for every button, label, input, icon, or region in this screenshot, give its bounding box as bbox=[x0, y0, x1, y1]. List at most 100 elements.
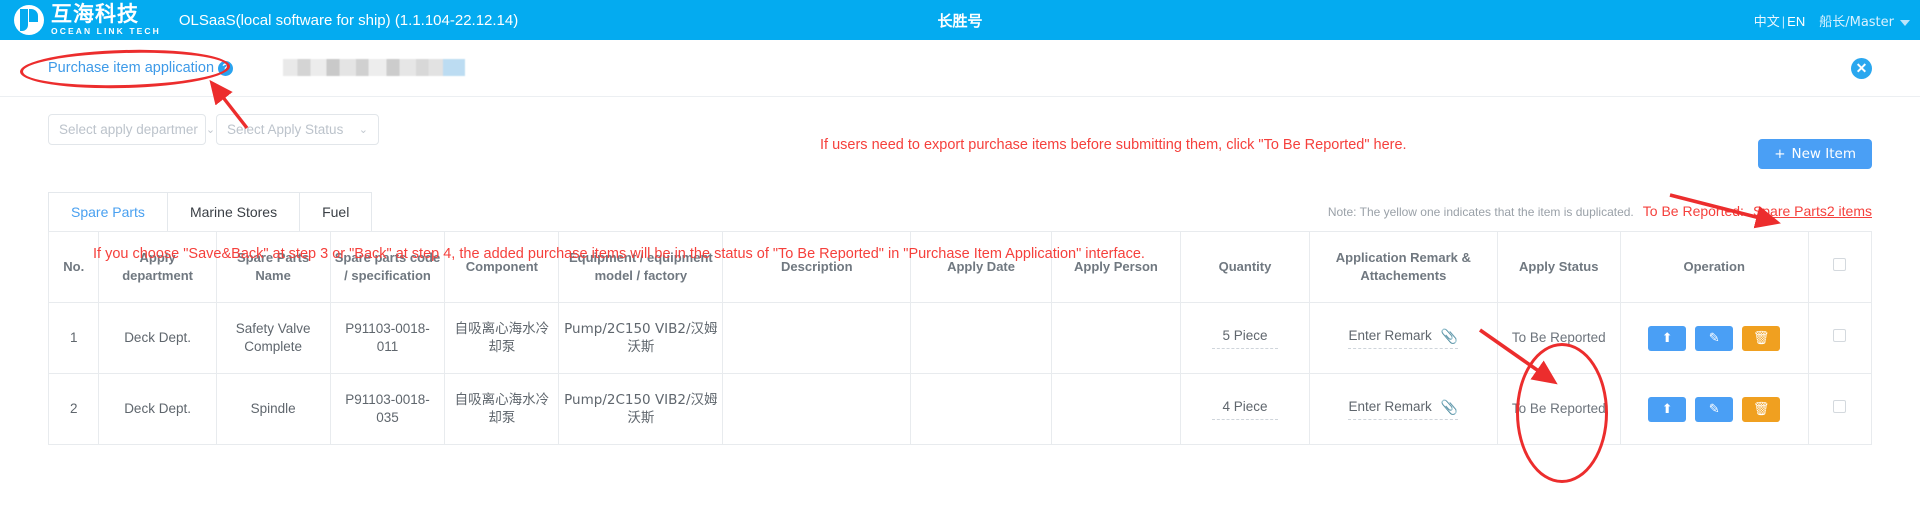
duplicate-note: Note: The yellow one indicates that the … bbox=[1328, 203, 1872, 219]
annotation-ellipse-apply-status bbox=[1516, 343, 1608, 483]
cell-remark[interactable]: Enter Remark 📎 bbox=[1308, 302, 1498, 374]
cell-spare-parts-name: Safety Valve Complete bbox=[215, 302, 331, 374]
cell-component: 自吸离心海水冷却泵 bbox=[444, 302, 560, 374]
tab-list: Spare Parts Marine Stores Fuel bbox=[48, 192, 373, 231]
tab-fuel-label: Fuel bbox=[322, 204, 350, 220]
tab-spare-parts[interactable]: Spare Parts bbox=[48, 192, 168, 231]
user-menu[interactable]: 船长/Master bbox=[1819, 11, 1910, 30]
col-component: Component bbox=[444, 231, 560, 303]
row-operations: ⬆ ✎ 🗑 bbox=[1625, 396, 1804, 422]
cell-operation: ⬆ ✎ 🗑 bbox=[1619, 302, 1809, 374]
col-apply-person: Apply Person bbox=[1050, 231, 1181, 303]
col-spare-parts-name: Spare Parts Name bbox=[215, 231, 331, 303]
to-be-reported-label: To Be Reported: bbox=[1642, 203, 1744, 219]
cell-department: Deck Dept. bbox=[98, 373, 217, 445]
select-apply-status-value: Select Apply Status bbox=[227, 122, 344, 137]
brand-name-cn: 互海科技 bbox=[51, 2, 139, 27]
remark-field: Enter Remark 📎 bbox=[1348, 327, 1459, 350]
col-apply-department: Apply department bbox=[98, 231, 217, 303]
cell-quantity[interactable]: 4 Piece bbox=[1179, 373, 1310, 445]
edit-icon-button[interactable]: ✎ bbox=[1695, 396, 1734, 422]
col-apply-date: Apply Date bbox=[910, 231, 1052, 303]
remark-inner: Enter Remark 📎 bbox=[1348, 327, 1458, 346]
remark-inner: Enter Remark 📎 bbox=[1348, 398, 1458, 417]
select-apply-department[interactable]: Select apply departmer ⌄ bbox=[48, 114, 215, 145]
col-application-remark: Application Remark & Attachements bbox=[1308, 231, 1498, 303]
lang-english[interactable]: EN bbox=[1787, 14, 1805, 29]
col-apply-status: Apply Status bbox=[1496, 231, 1621, 303]
lang-separator: | bbox=[1781, 13, 1786, 29]
language-switcher[interactable]: 中文 | EN bbox=[1754, 11, 1805, 30]
col-select-all bbox=[1807, 231, 1873, 303]
chevron-down-icon: ⌄ bbox=[358, 124, 368, 136]
remark-field: Enter Remark 📎 bbox=[1348, 398, 1459, 421]
plus-icon: + bbox=[1774, 146, 1786, 162]
quantity-value: 4 Piece bbox=[1211, 398, 1278, 421]
cell-row-select bbox=[1807, 373, 1873, 445]
delete-icon-button[interactable]: 🗑 bbox=[1742, 396, 1781, 422]
row-checkbox[interactable] bbox=[1833, 399, 1847, 413]
cell-apply-date bbox=[910, 373, 1052, 445]
cell-no: 1 bbox=[47, 302, 100, 374]
app-root: 互海科技 OCEAN LINK TECH OLSaaS(local softwa… bbox=[0, 0, 1920, 514]
new-item-label: New Item bbox=[1791, 146, 1856, 162]
row-operations: ⬆ ✎ 🗑 bbox=[1625, 325, 1804, 351]
breadcrumb-bar: Purchase item application ? ✕ bbox=[0, 40, 1920, 97]
cell-quantity[interactable]: 5 Piece bbox=[1179, 302, 1310, 374]
duplicate-note-text: Note: The yellow one indicates that the … bbox=[1327, 205, 1634, 219]
tabs-bar: Spare Parts Marine Stores Fuel Note: The… bbox=[0, 192, 1920, 232]
remark-placeholder: Enter Remark bbox=[1348, 398, 1432, 414]
col-spare-parts-code: Spare parts code / specification bbox=[329, 231, 446, 303]
cell-apply-date bbox=[910, 302, 1052, 374]
attachment-clip-icon[interactable]: 📎 bbox=[1441, 327, 1458, 346]
remark-placeholder: Enter Remark bbox=[1348, 327, 1432, 343]
vessel-name-text: 长胜号 bbox=[937, 11, 983, 30]
tab-fuel[interactable]: Fuel bbox=[300, 192, 373, 231]
cell-apply-person bbox=[1050, 302, 1181, 374]
brand-logo-text: 互海科技 OCEAN LINK TECH bbox=[51, 4, 161, 36]
tab-spare-parts-label: Spare Parts bbox=[71, 204, 145, 220]
top-header-bar: 互海科技 OCEAN LINK TECH OLSaaS(local softwa… bbox=[0, 0, 1920, 40]
col-equipment: Equipment / equipment model / factory bbox=[558, 231, 724, 303]
select-apply-status[interactable]: Select Apply Status ⌄ bbox=[216, 114, 379, 145]
new-item-button[interactable]: + New Item bbox=[1758, 139, 1872, 169]
cell-remark[interactable]: Enter Remark 📎 bbox=[1308, 373, 1498, 445]
cell-equipment: Pump/2C150 VIB2/汉姆沃斯 bbox=[558, 373, 724, 445]
edit-icon-button[interactable]: ✎ bbox=[1695, 325, 1734, 351]
tab-marine-stores[interactable]: Marine Stores bbox=[167, 192, 301, 231]
cell-equipment: Pump/2C150 VIB2/汉姆沃斯 bbox=[558, 302, 724, 374]
cell-spare-parts-code: P91103-0018-011 bbox=[329, 302, 446, 374]
cell-description bbox=[722, 373, 912, 445]
chevron-down-icon: ⌄ bbox=[205, 124, 216, 136]
table-row: 1 Deck Dept. Safety Valve Complete P9110… bbox=[47, 302, 1873, 374]
cell-apply-person bbox=[1050, 373, 1181, 445]
redacted-breadcrumb-area bbox=[283, 59, 465, 76]
cell-description bbox=[722, 302, 912, 374]
select-all-checkbox[interactable] bbox=[1833, 258, 1847, 272]
table-header-row: No. Apply department Spare Parts Name Sp… bbox=[47, 231, 1873, 303]
tab-marine-stores-label: Marine Stores bbox=[189, 204, 278, 220]
delete-icon-button[interactable]: 🗑 bbox=[1742, 325, 1781, 351]
upload-icon-button[interactable]: ⬆ bbox=[1648, 325, 1687, 351]
to-be-reported-link[interactable]: Spare Parts2 items bbox=[1753, 203, 1872, 219]
brand-logo[interactable]: 互海科技 OCEAN LINK TECH bbox=[14, 4, 161, 36]
annotation-steps-hint: If you choose "Save&Back" at step 3 or "… bbox=[93, 246, 1145, 262]
ocean-link-logo-icon bbox=[14, 5, 44, 35]
attachment-clip-icon[interactable]: 📎 bbox=[1441, 398, 1458, 417]
cell-no: 2 bbox=[47, 373, 100, 445]
row-checkbox[interactable] bbox=[1833, 328, 1847, 342]
col-quantity: Quantity bbox=[1179, 231, 1310, 303]
col-description: Description bbox=[722, 231, 912, 303]
cell-row-select bbox=[1807, 302, 1873, 374]
cell-spare-parts-code: P91103-0018-035 bbox=[329, 373, 446, 445]
lang-chinese[interactable]: 中文 bbox=[1754, 14, 1780, 29]
select-apply-department-value: Select apply departmer bbox=[59, 122, 198, 137]
cell-spare-parts-name: Spindle bbox=[215, 373, 331, 445]
chevron-down-icon bbox=[1900, 19, 1910, 26]
close-icon[interactable]: ✕ bbox=[1851, 58, 1872, 79]
app-title: OLSaaS(local software for ship) (1.1.104… bbox=[178, 11, 519, 29]
header-right-controls: 中文 | EN 船长/Master bbox=[1754, 0, 1910, 40]
upload-icon-button[interactable]: ⬆ bbox=[1648, 396, 1687, 422]
cell-component: 自吸离心海水冷却泵 bbox=[444, 373, 560, 445]
cell-operation: ⬆ ✎ 🗑 bbox=[1619, 373, 1809, 445]
